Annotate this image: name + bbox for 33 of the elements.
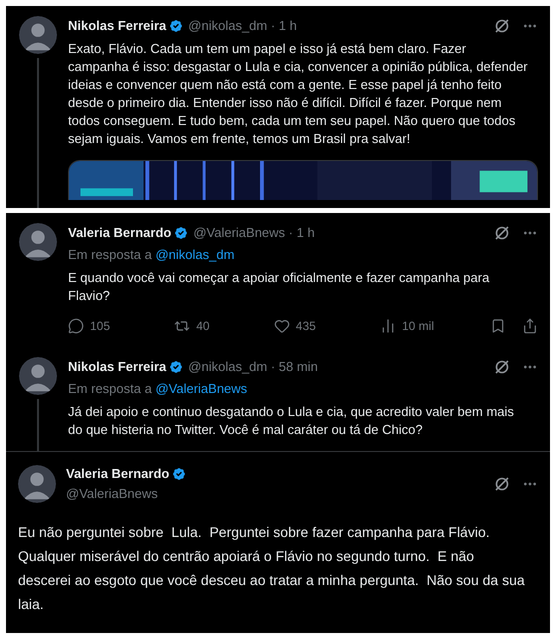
- bookmark-icon[interactable]: [490, 318, 506, 334]
- author-name[interactable]: Valeria Bernardo: [66, 464, 170, 484]
- slashed-circle-icon[interactable]: [494, 225, 510, 241]
- stat-button[interactable]: 105: [68, 317, 110, 335]
- handle-and-time: @ValeriaBnews · 1 h: [193, 224, 315, 242]
- avatar[interactable]: [19, 16, 57, 54]
- author-name[interactable]: Nikolas Ferreira: [68, 16, 166, 36]
- avatar[interactable]: [19, 223, 57, 261]
- stat-button[interactable]: 10 mil: [380, 317, 434, 335]
- stat-button[interactable]: 40: [174, 317, 210, 335]
- author-name[interactable]: Nikolas Ferreira: [68, 357, 166, 377]
- bar-chart-icon: [380, 318, 396, 334]
- slashed-circle-icon[interactable]: [494, 476, 510, 492]
- reply-context: Em resposta a: [68, 247, 153, 262]
- author-name[interactable]: Valeria Bernardo: [68, 223, 172, 243]
- stat-button[interactable]: 435: [274, 317, 316, 335]
- heart-icon: [274, 318, 290, 334]
- handle-and-time: @nikolas_dm · 1 h: [188, 17, 297, 35]
- handle-and-time: @nikolas_dm · 58 min: [188, 358, 318, 376]
- share-icon[interactable]: [522, 318, 538, 334]
- reply-icon: [68, 318, 84, 334]
- tweet-text: Eu não perguntei sobre Lula. Perguntei sobre fazer campanha para Flávio. Qualquer miserável do centrão apoiará o Flávio no segundo turno. E não descerei ao esgoto que você desceu ao tratar a minha pergunta. Não sou da sua laia.: [18, 523, 526, 614]
- avatar[interactable]: [19, 357, 57, 395]
- reply-context: Em resposta a: [68, 381, 153, 396]
- slashed-circle-icon[interactable]: [494, 359, 510, 375]
- handle: @ValeriaBnews: [66, 485, 159, 503]
- avatar[interactable]: [18, 465, 56, 503]
- tweet-text: Já dei apoio e continuo desgatando o Lula e cia, que acredito valer bem mais do que histeria no Twitter. Você é mal caráter ou tá de Chico?: [68, 403, 515, 439]
- tweet-text: E quando você vai começar a apoiar oficialmente e fazer campanha para Flavio?: [68, 269, 490, 305]
- tweet-text: Exato, Flávio. Cada um tem um papel e isso já está bem claro. Fazer campanha é isso: desgastar o Lula e cia, convencer a opinião pública, defender ideias e convencer quem não está com a gente. E esse papel já tenho feito desde o primeiro dia. Entender isso não é difícil. Difícil é fazer. Porque nem todos conseguem. E tudo bem, cada um tem seu papel. Não quero que todos sejam iguais. Vamos em frente, temos um Brasil pra salvar!: [68, 40, 529, 148]
- mention-link[interactable]: @nikolas_dm: [155, 247, 234, 262]
- mention-link[interactable]: @ValeriaBnews: [155, 381, 248, 396]
- slashed-circle-icon[interactable]: [494, 18, 510, 34]
